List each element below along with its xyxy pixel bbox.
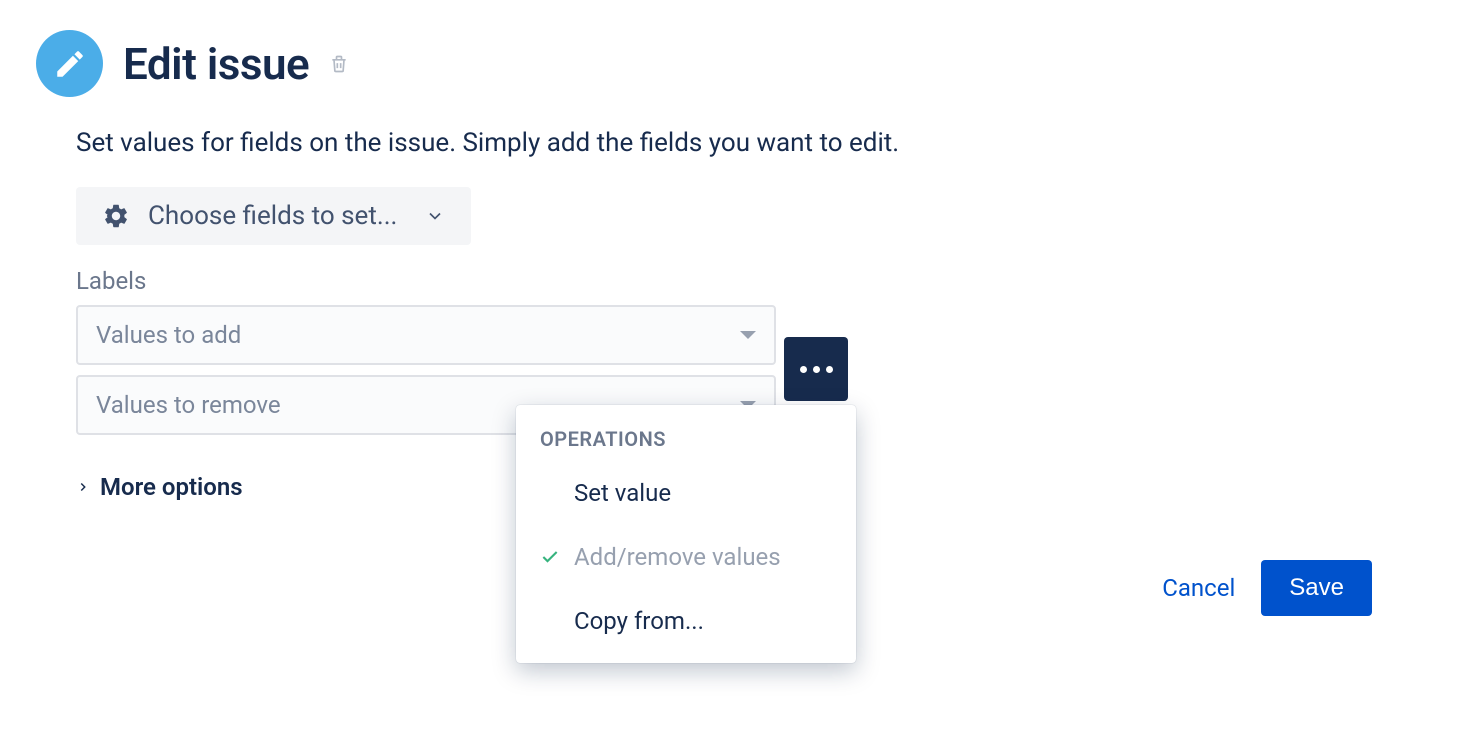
more-actions-button[interactable] xyxy=(784,337,848,401)
values-to-add-input[interactable]: Values to add xyxy=(76,305,776,365)
values-to-add-placeholder: Values to add xyxy=(96,321,241,349)
pencil-icon xyxy=(53,47,87,81)
header: Edit issue xyxy=(36,30,1436,97)
dropdown-item-label: Add/remove values xyxy=(574,543,781,571)
more-options-label: More options xyxy=(100,473,243,501)
edit-icon-badge xyxy=(36,30,103,97)
field-selector-button[interactable]: Choose fields to set... xyxy=(76,187,471,245)
dropdown-item-label: Set value xyxy=(574,479,671,507)
dropdown-item-label: Copy from... xyxy=(574,607,704,635)
page-title: Edit issue xyxy=(123,38,309,90)
field-selector-label: Choose fields to set... xyxy=(148,201,397,231)
check-icon xyxy=(540,547,560,567)
gear-icon xyxy=(102,202,130,230)
labels-field-label: Labels xyxy=(76,267,1436,295)
dropdown-item-set-value[interactable]: Set value xyxy=(516,461,856,525)
trash-icon[interactable] xyxy=(329,52,349,76)
chevron-down-icon xyxy=(425,206,445,226)
dropdown-item-add-remove[interactable]: Add/remove values xyxy=(516,525,856,589)
chevron-right-icon xyxy=(76,480,90,494)
content: Set values for fields on the issue. Simp… xyxy=(36,125,1436,501)
triangle-down-icon xyxy=(740,331,756,339)
dropdown-item-copy-from[interactable]: Copy from... xyxy=(516,589,856,653)
dropdown-header: OPERATIONS xyxy=(516,421,856,461)
cancel-button[interactable]: Cancel xyxy=(1162,574,1235,602)
operations-dropdown: OPERATIONS Set value Add/remove values C… xyxy=(516,405,856,663)
labels-field-row: Values to add Values to remove OPERATION… xyxy=(76,305,1436,435)
dots-icon xyxy=(800,366,833,373)
footer: Cancel Save xyxy=(1162,560,1372,616)
description-text: Set values for fields on the issue. Simp… xyxy=(76,125,1436,161)
save-button[interactable]: Save xyxy=(1261,560,1372,616)
values-to-remove-placeholder: Values to remove xyxy=(96,391,281,419)
